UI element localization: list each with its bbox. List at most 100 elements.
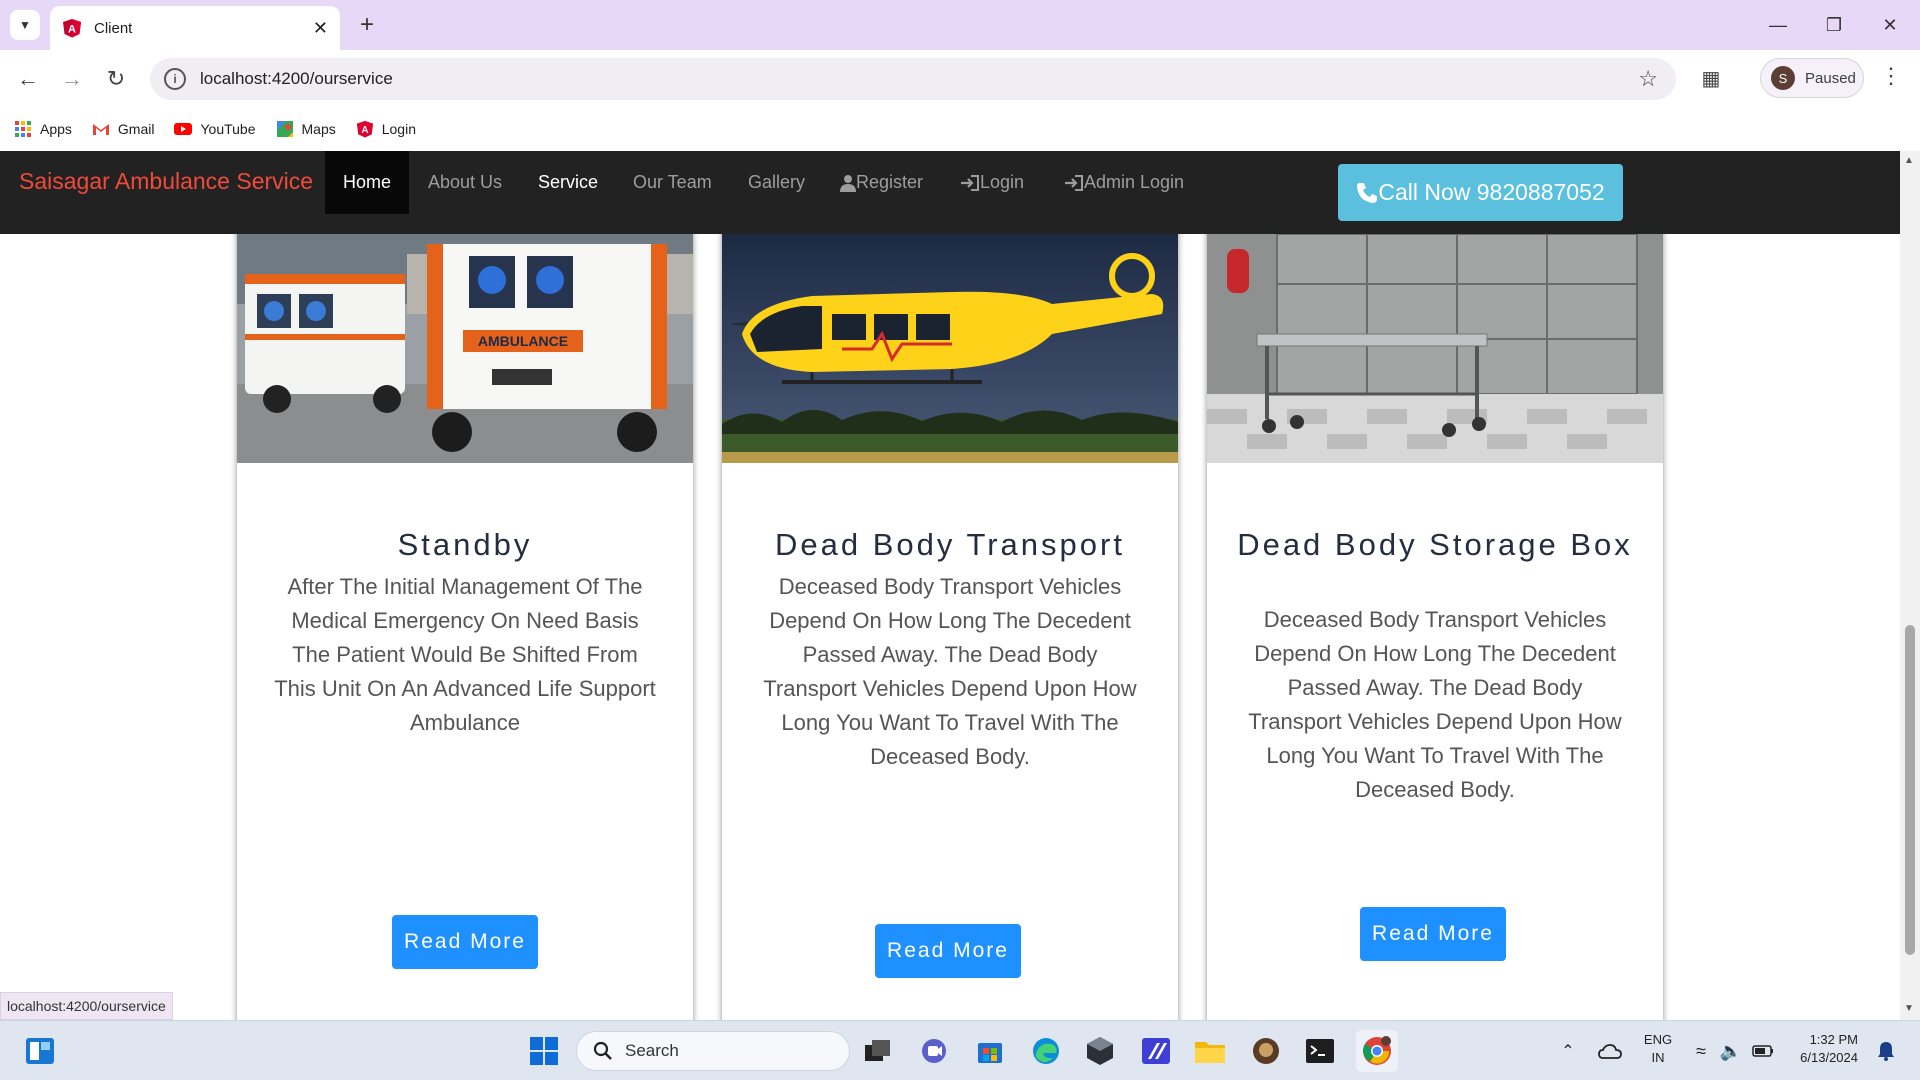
bookmark-label: Login	[381, 121, 416, 137]
nav-label: Service	[538, 172, 599, 192]
angular-icon: A	[63, 19, 81, 38]
close-window-button[interactable]: ✕	[1862, 8, 1918, 42]
minimize-button[interactable]: —	[1750, 8, 1806, 42]
forward-button[interactable]: →	[56, 63, 88, 95]
terminal-icon[interactable]	[1302, 1033, 1338, 1069]
taskbar-search-input[interactable]: Search	[576, 1031, 850, 1071]
clock[interactable]: 1:32 PM 6/13/2024	[1788, 1031, 1858, 1067]
read-more-button[interactable]: Read More	[392, 915, 538, 969]
close-icon[interactable]: ✕	[313, 18, 328, 39]
search-icon	[593, 1041, 612, 1060]
nav-label: Admin Login	[1084, 172, 1185, 192]
service-card-dead-body-transport: Dead Body Transport Deceased Body Transp…	[722, 151, 1178, 1020]
chevron-up-icon[interactable]: ⌃	[1556, 1033, 1580, 1069]
svg-text:AMBULANCE: AMBULANCE	[478, 333, 568, 349]
vscode-style-icon[interactable]	[1138, 1033, 1174, 1069]
ambulance-photo: AMBULANCE	[237, 234, 693, 463]
apps-grid-icon	[15, 121, 31, 137]
nav-gallery[interactable]: Gallery	[730, 151, 823, 214]
bookmark-label: Gmail	[117, 121, 155, 137]
back-button[interactable]: ←	[12, 63, 44, 95]
nav-label: Our Team	[633, 172, 712, 192]
bookmark-apps[interactable]: Apps	[14, 120, 72, 138]
url-text: localhost:4200/ourservice	[200, 69, 393, 88]
brand-logo[interactable]: Saisagar Ambulance Service	[19, 168, 313, 195]
search-label: Search	[625, 1041, 679, 1060]
site-info-icon[interactable]: i	[164, 68, 186, 90]
bookmark-label: Maps	[301, 121, 336, 137]
maps-icon	[276, 121, 293, 137]
arrow-right-icon: →	[61, 66, 83, 91]
address-toolbar: ← → ↻ i localhost:4200/ourservice ☆ ▦ S …	[0, 50, 1920, 107]
volume-icon[interactable]: 🔈	[1716, 1033, 1746, 1069]
clock-date: 6/13/2024	[1800, 1050, 1858, 1065]
nav-our-team[interactable]: Our Team	[615, 151, 730, 214]
lang-code: ENG	[1643, 1032, 1673, 1047]
reload-button[interactable]: ↻	[100, 63, 132, 95]
bookmark-login[interactable]: A Login	[356, 120, 416, 138]
bookmark-label: Apps	[40, 121, 72, 137]
profile-status: Paused	[1805, 69, 1856, 87]
link-status-bubble: localhost:4200/ourservice	[0, 992, 173, 1020]
read-more-button[interactable]: Read More	[1360, 907, 1506, 961]
user-icon	[840, 174, 856, 192]
app-cube-icon[interactable]	[1082, 1033, 1118, 1069]
bookmark-maps[interactable]: Maps	[276, 120, 336, 138]
notification-bell-icon[interactable]	[1872, 1033, 1900, 1069]
extensions-icon[interactable]: ▦	[1696, 63, 1726, 93]
angular-icon: A	[356, 120, 373, 138]
battery-icon[interactable]	[1748, 1033, 1778, 1069]
gmail-icon	[92, 124, 109, 135]
card-title: Standby	[397, 527, 533, 562]
close-icon: ✕	[1882, 14, 1898, 35]
call-now-label: Call Now 9820887052	[1378, 179, 1605, 205]
avatar: S	[1771, 66, 1795, 90]
restore-button[interactable]: ❐	[1806, 8, 1862, 42]
scrollbar-thumb[interactable]	[1905, 625, 1915, 955]
nav-admin-login[interactable]: Admin Login	[1046, 151, 1202, 214]
wifi-icon[interactable]: ≈	[1686, 1033, 1716, 1069]
site-navbar: Saisagar Ambulance Service Home About Us…	[0, 151, 1900, 234]
page-viewport: AMBULANCE Standby After The Initial Mana…	[0, 151, 1900, 1020]
phone-icon	[1357, 182, 1378, 203]
bookmark-star-icon[interactable]: ☆	[1638, 66, 1658, 92]
address-input[interactable]: i localhost:4200/ourservice ☆	[150, 58, 1676, 100]
more-menu-icon[interactable]: ⋮	[1880, 63, 1902, 89]
nav-label: Gallery	[748, 172, 806, 192]
bookmark-youtube[interactable]: YouTube	[174, 120, 256, 138]
minimize-icon: —	[1769, 14, 1787, 35]
profile-button[interactable]: S Paused	[1760, 58, 1864, 98]
chrome-icon[interactable]	[1356, 1030, 1398, 1072]
browser-tab-strip: ▼ A Client ✕ + — ❐ ✕	[0, 0, 1920, 50]
store-icon[interactable]	[972, 1033, 1008, 1069]
chevron-down-icon: ▼	[19, 18, 31, 32]
input-language[interactable]: ENG IN	[1640, 1031, 1676, 1067]
page-scrollbar[interactable]: ▲ ▼	[1900, 151, 1920, 1020]
scroll-down-icon[interactable]: ▼	[1904, 1003, 1914, 1014]
nav-register[interactable]: Register	[822, 151, 941, 214]
restore-icon: ❐	[1825, 14, 1843, 35]
nav-service[interactable]: Service	[520, 151, 616, 214]
bookmark-gmail[interactable]: Gmail	[92, 120, 155, 138]
nav-about-us[interactable]: About Us	[410, 151, 520, 214]
read-more-button[interactable]: Read More	[875, 924, 1021, 978]
windows-taskbar: Search ⌃ ENG IN ≈ 🔈 1:32 PM 6/13/2024	[0, 1020, 1920, 1080]
svg-text:A: A	[361, 125, 368, 136]
chat-icon[interactable]	[916, 1033, 952, 1069]
scroll-up-icon[interactable]: ▲	[1904, 155, 1914, 166]
tab-search-button[interactable]: ▼	[10, 10, 40, 40]
app-avatar-icon[interactable]	[1248, 1033, 1284, 1069]
login-icon	[1065, 174, 1083, 191]
task-view-icon[interactable]	[860, 1033, 896, 1069]
file-explorer-icon[interactable]	[1192, 1033, 1228, 1069]
helicopter-photo	[722, 234, 1178, 463]
nav-home[interactable]: Home	[325, 151, 410, 214]
widgets-icon[interactable]	[22, 1033, 58, 1069]
nav-login[interactable]: Login	[942, 151, 1042, 214]
onedrive-icon[interactable]	[1596, 1033, 1624, 1069]
windows-start-icon[interactable]	[526, 1033, 562, 1069]
new-tab-button[interactable]: +	[352, 10, 382, 40]
call-now-button[interactable]: Call Now 9820887052	[1338, 164, 1623, 221]
browser-tab-client[interactable]: A Client ✕	[50, 6, 340, 50]
edge-icon[interactable]	[1028, 1033, 1064, 1069]
